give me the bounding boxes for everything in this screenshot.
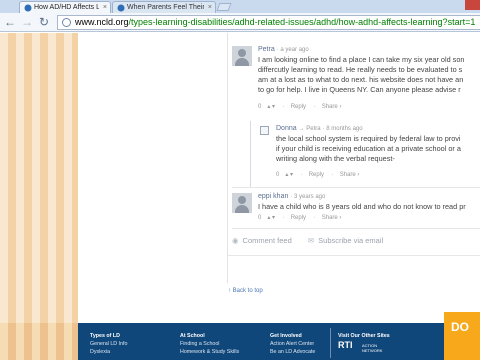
comment-author[interactable]: Donna [276,125,297,132]
avatar [232,193,252,213]
url-text: www.ncld.org/types-learning-disabilities… [75,17,476,27]
comment-time[interactable]: 8 months ago [326,126,362,132]
footer-column: At School Finding a School Homework & St… [180,332,239,356]
avatar [232,46,252,66]
comment-footer-links: ◉ Comment feed ✉ Subscribe via email [232,236,387,245]
comment-author[interactable]: eppi khan [258,193,288,200]
browser-toolbar: ← → ↻ www.ncld.org/types-learning-disabi… [0,13,480,32]
footer-column: Visit Our Other Sites [338,332,390,340]
decorative-stripes [0,33,78,323]
comment-actions: 0 ▴ ▾ · Reply · Share › [258,215,342,221]
comment-meta: Petra · a year ago [258,46,309,53]
comment: eppi khan · 3 years ago I have a child w… [232,192,480,226]
reply-thread-line [250,121,251,187]
back-arrow-icon[interactable]: ← [3,15,17,29]
footer-column: Types of LD General LD Info Dyslexia [90,332,127,356]
reload-icon[interactable]: ↻ [37,15,51,29]
comment-actions: 0 ▴ ▾ · Reply · Share › [258,104,342,110]
subscribe-email-link[interactable]: Subscribe via email [318,236,383,245]
window-close-button[interactable] [465,0,480,10]
reply-link[interactable]: Reply [309,172,324,178]
avatar [260,126,269,135]
comment-body: I have a child who is 8 years old and wh… [258,202,466,211]
comment-meta: Donna → Petra · 8 months ago [276,125,363,132]
forward-arrow-icon[interactable]: → [20,15,34,29]
comment-body: I am looking online to find a place I ca… [258,55,465,94]
footer-heading[interactable]: Types of LD [90,333,120,339]
footer-column: Get Involved Action Alert Center Be an L… [270,332,315,356]
comment-body: the local school system is required by f… [276,134,461,163]
rss-icon: ◉ [232,236,239,245]
tab-how-adhd[interactable]: How AD/HD Affects Lea × [19,1,111,13]
vote-count: 0 [276,172,280,178]
vote-arrows-icon[interactable]: ▴ ▾ [285,172,293,178]
share-link[interactable]: Share › [322,215,342,221]
comment-meta: eppi khan · 3 years ago [258,193,326,200]
comment-reply: Donna → Petra · 8 months ago the local s… [258,124,480,184]
comment-divider [232,187,480,188]
footer-link[interactable]: Dyslexia [90,348,127,356]
footer-link[interactable]: Homework & Study Skills [180,348,239,356]
footer-link[interactable]: Finding a School [180,340,239,348]
vote-arrows-icon[interactable]: ▴ ▾ [267,104,275,110]
browser-tabbar: How AD/HD Affects Lea × When Parents Fee… [0,0,480,13]
decorative-stripes [0,323,78,360]
tab-label: How AD/HD Affects Lea [34,4,99,11]
share-link[interactable]: Share › [340,172,360,178]
footer-link[interactable]: Action Alert Center [270,340,315,348]
comment-divider [232,228,480,229]
rti-action-network-logo[interactable]: RTI ACTION NETWORK [338,340,394,356]
footer-heading[interactable]: Get Involved [270,333,302,339]
footer-heading: Visit Our Other Sites [338,333,390,339]
comment-feed-link[interactable]: Comment feed [243,236,292,245]
comment-author[interactable]: Petra [258,46,275,53]
email-icon: ✉ [307,236,315,245]
tab-label: When Parents Feel Their [127,4,204,11]
reply-link[interactable]: Reply [291,215,306,221]
vote-count: 0 [258,215,262,221]
tab-close-icon[interactable]: × [208,2,212,13]
reply-to[interactable]: → Petra [299,126,321,132]
share-link[interactable]: Share › [322,104,342,110]
vote-arrows-icon[interactable]: ▴ ▾ [267,215,275,221]
ncld-favicon-icon [117,4,125,12]
globe-icon [62,18,71,27]
comment-time[interactable]: 3 years ago [294,194,325,200]
footer-separator [330,328,331,358]
footer-heading[interactable]: At School [180,333,205,339]
footer-link[interactable]: General LD Info [90,340,127,348]
tab-close-icon[interactable]: × [103,2,107,13]
donate-banner[interactable]: DO [444,312,480,360]
content-divider [227,33,228,283]
address-bar[interactable]: www.ncld.org/types-learning-disabilities… [57,15,480,30]
comment-actions: 0 ▴ ▾ · Reply · Share › [276,172,360,178]
comment-time[interactable]: a year ago [280,47,308,53]
ncld-favicon-icon [24,4,32,12]
vote-count: 0 [258,104,262,110]
back-to-top-link[interactable]: ↑ Back to top [228,288,263,294]
comment: Petra · a year ago I am looking online t… [232,45,480,115]
new-tab-button[interactable] [216,3,232,11]
reply-link[interactable]: Reply [291,104,306,110]
tab-when-parents[interactable]: When Parents Feel Their × [112,1,216,13]
section-divider [228,255,480,256]
footer-link[interactable]: Be an LD Advocate [270,348,315,356]
